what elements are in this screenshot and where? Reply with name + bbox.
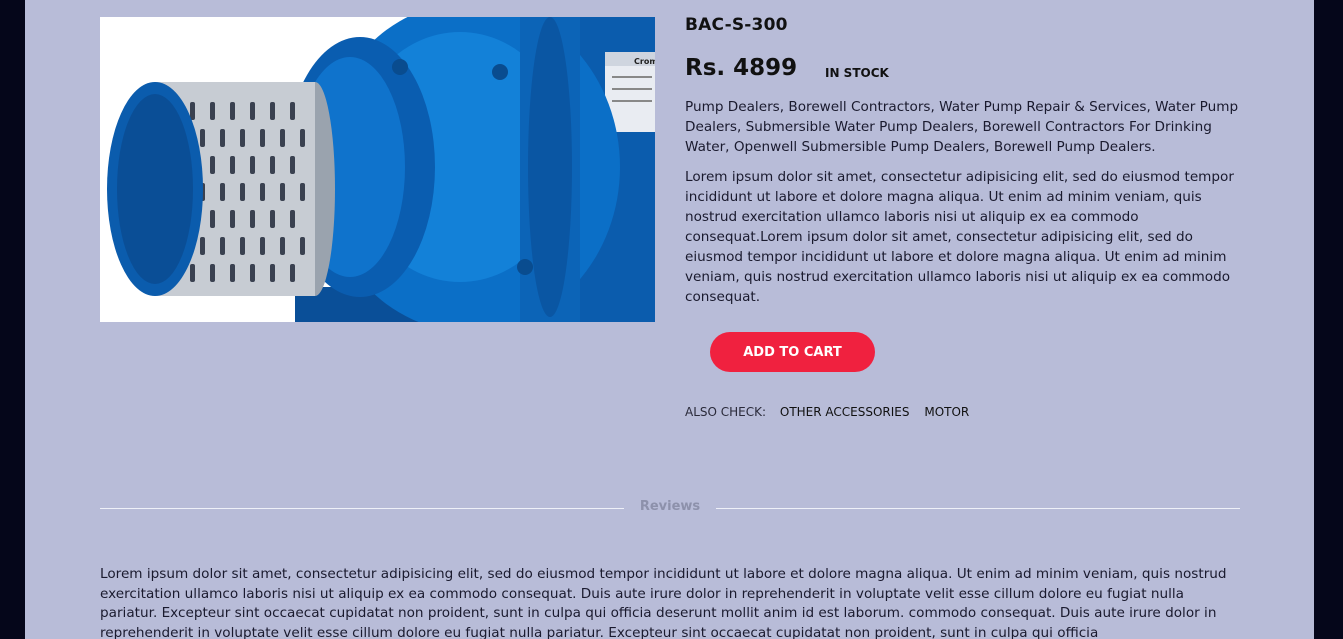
- stock-status-badge: IN STOCK: [825, 66, 889, 80]
- product-image[interactable]: Crom: [100, 17, 655, 322]
- brand-plate-text: Crom: [634, 57, 655, 66]
- product-description: Lorem ipsum dolor sit amet, consectetur …: [685, 169, 1234, 305]
- add-to-cart-button[interactable]: ADD TO CART: [710, 332, 875, 372]
- product-price: Rs. 4899: [685, 55, 798, 81]
- link-motor[interactable]: MOTOR: [924, 405, 969, 419]
- link-other-accessories[interactable]: OTHER ACCESSORIES: [780, 405, 910, 419]
- review-text: Lorem ipsum dolor sit amet, consectetur …: [100, 566, 1227, 639]
- reviews-heading[interactable]: Reviews: [624, 499, 716, 514]
- also-check-label: ALSO CHECK:: [685, 405, 767, 419]
- divider-line-right: [716, 508, 1240, 509]
- product-tags-description: Pump Dealers, Borewell Contractors, Wate…: [685, 99, 1239, 155]
- reviews-divider: Reviews: [100, 499, 1240, 517]
- pump-image: Crom: [100, 17, 655, 322]
- also-check-row: ALSO CHECK: OTHER ACCESSORIES MOTOR: [685, 405, 980, 419]
- divider-line-left: [100, 508, 624, 509]
- product-title: BAC-S-300: [685, 15, 788, 35]
- product-page: Crom BAC-S-300 Rs. 4899 IN STOCK Pump De…: [25, 0, 1314, 639]
